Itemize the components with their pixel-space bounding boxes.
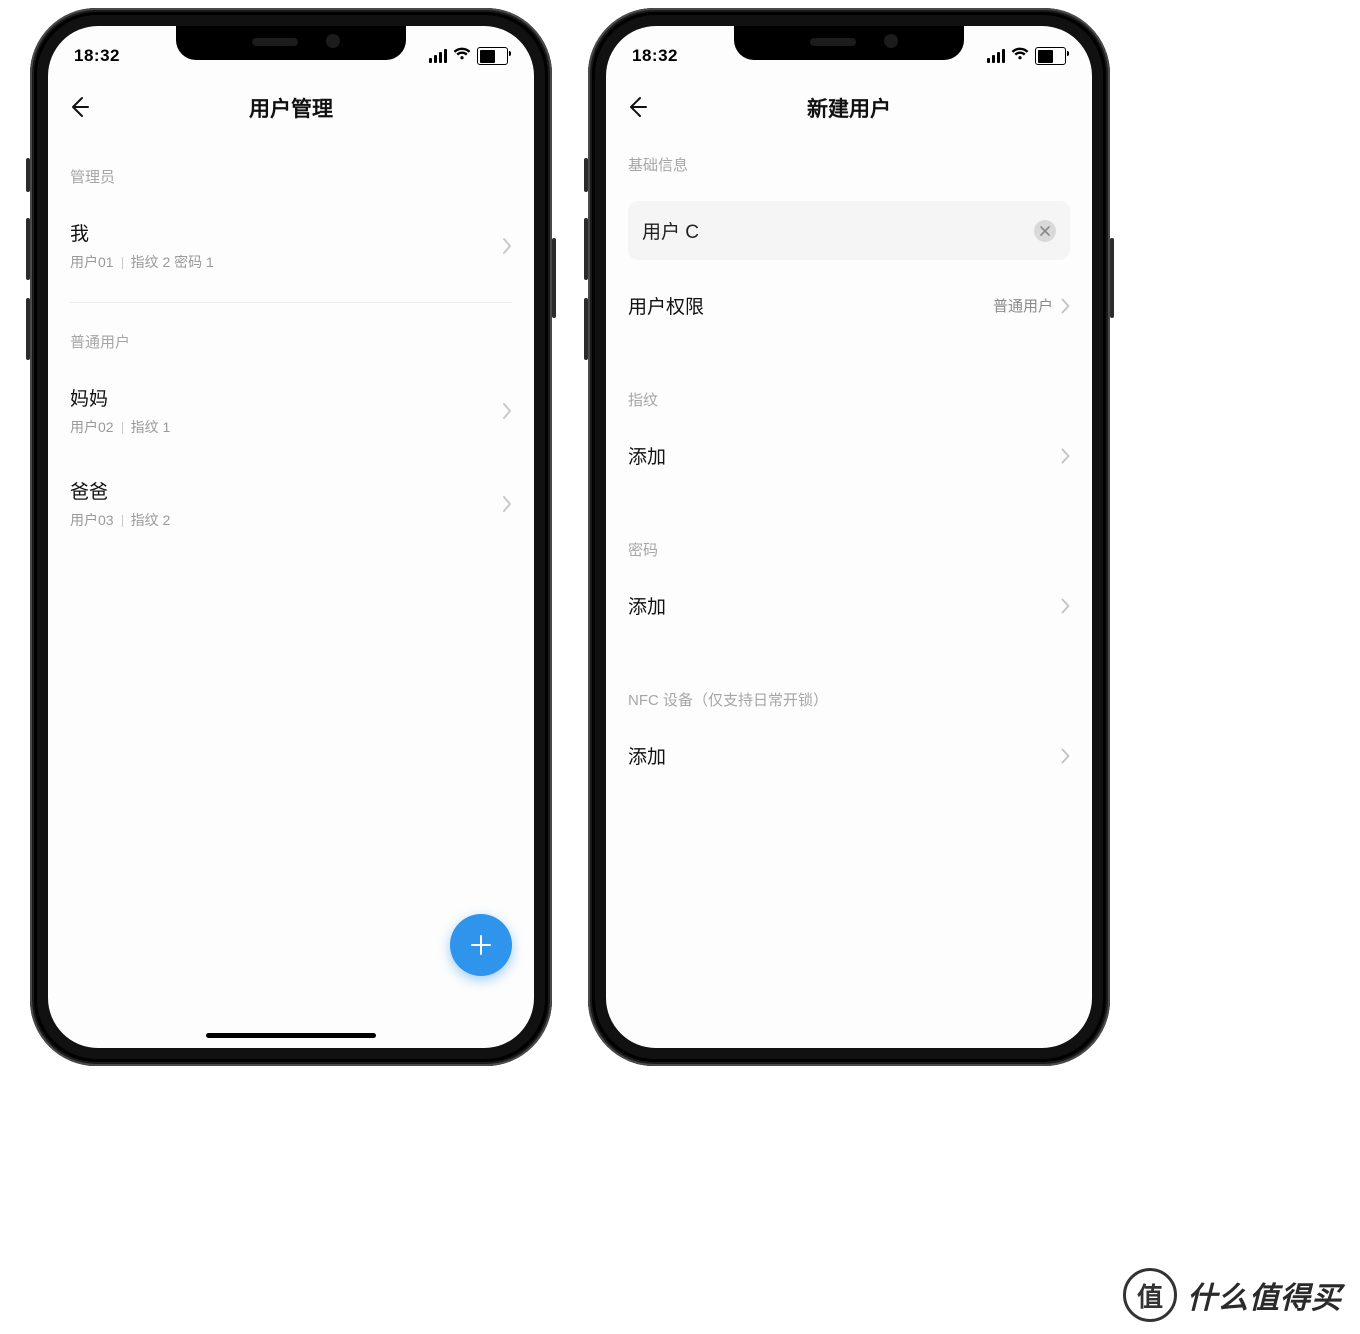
section-header-password: 密码 bbox=[628, 483, 1070, 578]
wifi-icon bbox=[453, 47, 471, 66]
add-label: 添加 bbox=[628, 592, 666, 619]
navbar: 新建用户 bbox=[606, 78, 1092, 138]
wifi-icon bbox=[1011, 47, 1029, 66]
user-detail: 指纹 2 密码 1 bbox=[131, 254, 214, 270]
user-detail: 指纹 2 bbox=[131, 512, 171, 528]
page-title: 新建用户 bbox=[606, 93, 1092, 123]
status-time: 18:32 bbox=[74, 46, 120, 66]
user-row-1[interactable]: 爸爸 用户03 指纹 2 bbox=[70, 463, 512, 544]
section-header-basic: 基础信息 bbox=[628, 138, 1070, 193]
phone-mockup-right: 18:32 新建用户 基础信息 用户 C bbox=[588, 8, 1110, 1066]
signal-icon bbox=[429, 49, 447, 63]
home-indicator bbox=[206, 1033, 376, 1038]
input-value: 用户 C bbox=[642, 217, 699, 244]
clear-input-button[interactable] bbox=[1034, 220, 1056, 242]
plus-icon bbox=[468, 932, 494, 958]
back-button[interactable] bbox=[66, 94, 94, 122]
section-header-fingerprint: 指纹 bbox=[628, 333, 1070, 428]
section-header-admin: 管理员 bbox=[70, 138, 512, 205]
page-title: 用户管理 bbox=[48, 93, 534, 123]
watermark: 值 什么值得买 bbox=[1123, 1268, 1342, 1322]
chevron-right-icon bbox=[502, 402, 512, 420]
status-time: 18:32 bbox=[632, 46, 678, 66]
user-name-input[interactable]: 用户 C bbox=[628, 201, 1070, 260]
section-header-normal: 普通用户 bbox=[70, 303, 512, 370]
chevron-right-icon bbox=[1061, 598, 1070, 614]
add-user-fab[interactable] bbox=[450, 914, 512, 976]
chevron-right-icon bbox=[502, 495, 512, 513]
battery-icon bbox=[477, 47, 508, 65]
phone-mockup-left: 18:32 用户管理 管理员 我 bbox=[30, 8, 552, 1066]
device-notch bbox=[176, 26, 406, 60]
add-fingerprint-row[interactable]: 添加 bbox=[628, 428, 1070, 483]
user-row-0[interactable]: 妈妈 用户02 指纹 1 bbox=[70, 370, 512, 451]
chevron-right-icon bbox=[502, 237, 512, 255]
device-notch bbox=[734, 26, 964, 60]
close-icon bbox=[1040, 226, 1050, 236]
add-label: 添加 bbox=[628, 742, 666, 769]
user-id: 用户02 bbox=[70, 419, 114, 435]
add-password-row[interactable]: 添加 bbox=[628, 578, 1070, 633]
back-button[interactable] bbox=[624, 94, 652, 122]
user-row-admin-0[interactable]: 我 用户01 指纹 2 密码 1 bbox=[70, 205, 512, 286]
add-nfc-row[interactable]: 添加 bbox=[628, 728, 1070, 783]
user-id: 用户01 bbox=[70, 254, 114, 270]
user-name: 爸爸 bbox=[70, 477, 170, 504]
user-id: 用户03 bbox=[70, 512, 114, 528]
watermark-badge: 值 bbox=[1123, 1268, 1177, 1322]
chevron-right-icon bbox=[1061, 298, 1070, 314]
user-permission-row[interactable]: 用户权限 普通用户 bbox=[628, 278, 1070, 333]
user-detail: 指纹 1 bbox=[131, 419, 171, 435]
signal-icon bbox=[987, 49, 1005, 63]
battery-icon bbox=[1035, 47, 1066, 65]
section-header-nfc: NFC 设备（仅支持日常开锁） bbox=[628, 633, 1070, 728]
chevron-right-icon bbox=[1061, 448, 1070, 464]
chevron-right-icon bbox=[1061, 748, 1070, 764]
permission-value: 普通用户 bbox=[993, 295, 1053, 316]
user-name: 妈妈 bbox=[70, 384, 170, 411]
permission-label: 用户权限 bbox=[628, 292, 704, 319]
user-name: 我 bbox=[70, 219, 214, 246]
add-label: 添加 bbox=[628, 442, 666, 469]
watermark-text: 什么值得买 bbox=[1187, 1273, 1342, 1317]
navbar: 用户管理 bbox=[48, 78, 534, 138]
